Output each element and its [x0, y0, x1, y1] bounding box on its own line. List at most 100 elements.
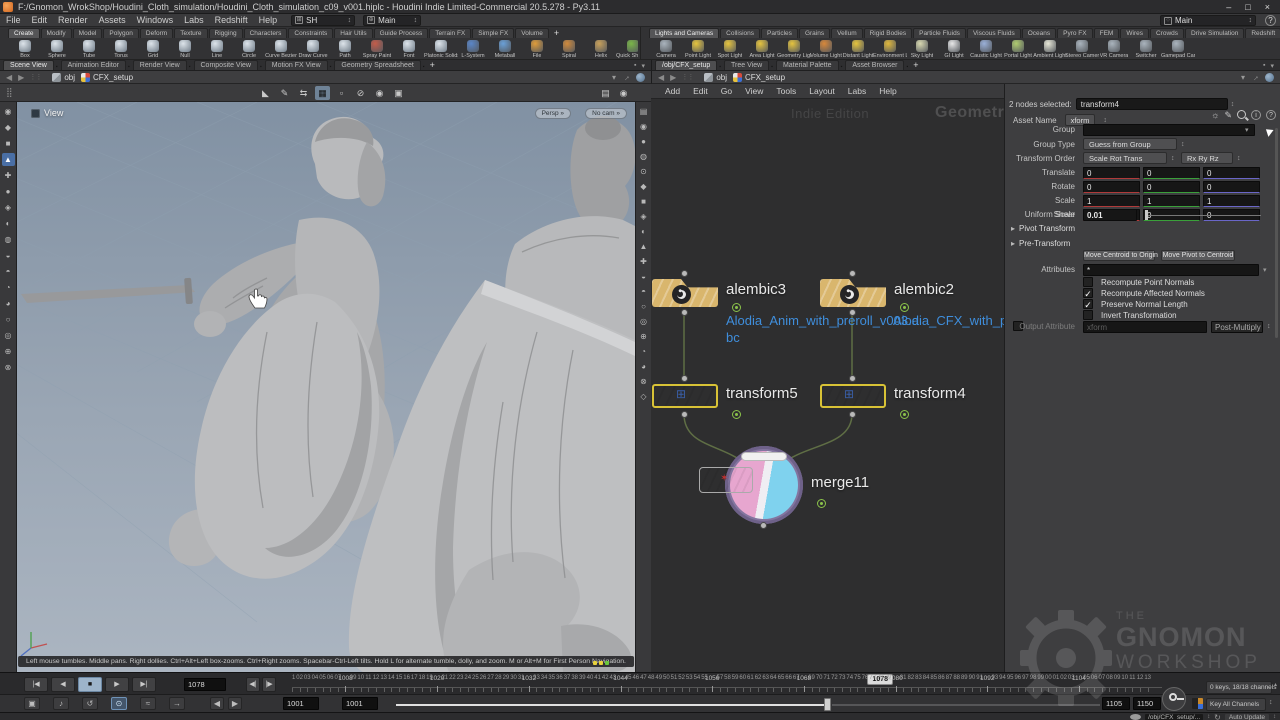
shelf-tool-volume-light[interactable]: Volume Light [811, 40, 841, 59]
shelf-tool-gi-light[interactable]: GI Light [939, 40, 969, 59]
node-output-dot[interactable] [681, 309, 688, 316]
shelf-tab-fem[interactable]: FEM [1094, 28, 1120, 38]
shelf-tab-particles[interactable]: Particles [761, 28, 798, 38]
scale-y-field[interactable]: 1 [1143, 195, 1200, 207]
shelf-tool-stereo-camera[interactable]: Stereo Camera [1067, 40, 1097, 59]
shelf-tab-vellum[interactable]: Vellum [831, 28, 863, 38]
timeline-ruler[interactable]: 1078 01020304050607100809101112131415161… [292, 673, 1162, 695]
range-slider-track[interactable] [832, 704, 1100, 706]
shelf-tab-create[interactable]: Create [8, 28, 40, 38]
shelf-tab-simple-fx[interactable]: Simple FX [472, 28, 514, 38]
shelf-tool-null[interactable]: Null [170, 40, 200, 59]
shelf-tool-curve-bezier[interactable]: Curve Bezier [266, 40, 296, 59]
shelf-tab-drive-simulation[interactable]: Drive Simulation [1185, 28, 1244, 38]
chevron-down-icon[interactable]: ▾ [1245, 126, 1249, 134]
shelf-tool-spray-paint[interactable]: Spray Paint [362, 40, 392, 59]
shelf-tab-guide-process[interactable]: Guide Process [374, 28, 429, 38]
updown-icon[interactable]: ↕ [1269, 699, 1273, 706]
rotate-z-field[interactable]: 0 [1203, 181, 1260, 193]
shelf-tool-font[interactable]: Font [394, 40, 424, 59]
node-display-flag[interactable] [900, 410, 909, 419]
node-input-dot[interactable] [681, 375, 688, 382]
node-name[interactable]: transform4 [894, 385, 966, 402]
rotate-order-select[interactable]: Rx Ry Rz [1181, 152, 1233, 164]
translate-y-field[interactable]: 0 [1143, 167, 1200, 179]
menu-item-file[interactable]: File [6, 15, 21, 25]
range-slider-handle[interactable] [824, 698, 831, 711]
shelf-tool-circle[interactable]: Circle [234, 40, 264, 59]
shelf-tool-box[interactable]: Box [10, 40, 40, 59]
viewport-tool-icon[interactable]: ◉ [2, 105, 15, 118]
brush-icon[interactable]: ✎ [1224, 110, 1232, 121]
menu-item-edit[interactable]: Edit [32, 15, 48, 25]
display-option-icon[interactable]: ▲ [637, 240, 650, 253]
shelf-tab-constraints[interactable]: Constraints [288, 28, 333, 38]
chevron-down-icon[interactable]: ▾ [1270, 62, 1274, 70]
shelf-tab-lights-and-cameras[interactable]: Lights and Cameras [649, 28, 719, 38]
node-input-dot[interactable] [849, 270, 856, 277]
shelf-tool-l-system[interactable]: L-System [458, 40, 488, 59]
viewport-tool-icon[interactable]: ○ [2, 313, 15, 326]
forward-icon[interactable]: ▶ [18, 73, 24, 82]
chevron-up-icon[interactable]: ▴ [1274, 681, 1277, 688]
shelf-tab-particle-fluids[interactable]: Particle Fluids [913, 28, 966, 38]
pin-icon[interactable]: → [620, 71, 632, 83]
checkbox-invert-transformation[interactable] [1083, 310, 1093, 320]
info-icon[interactable]: ◉ [616, 86, 631, 100]
refresh-icon[interactable]: ↻ [1214, 713, 1221, 720]
shelf-tool-path[interactable]: Path [330, 40, 360, 59]
exclude-icon[interactable]: ⊘ [353, 86, 368, 100]
key-all-channels-button[interactable]: Key All Channels [1206, 698, 1266, 711]
path-node[interactable]: CFX_setup [93, 73, 133, 82]
display-option-icon[interactable]: ○ [637, 300, 650, 313]
updown-icon[interactable]: ↕ [1103, 117, 1107, 124]
pane-tab-motion-fx-view[interactable]: Motion FX View [265, 60, 328, 70]
shelf-tool-geometry-light[interactable]: Geometry Light [779, 40, 809, 59]
select-icon[interactable]: ◣ [258, 86, 273, 100]
shelf-tool-metaball[interactable]: Metaball [490, 40, 520, 59]
next-key-button[interactable]: ▶ [228, 697, 242, 710]
back-icon[interactable]: ◀ [658, 73, 664, 82]
menu-item-redshift[interactable]: Redshift [215, 15, 248, 25]
close-button[interactable]: × [1265, 2, 1270, 12]
shelf-tab-modify[interactable]: Modify [41, 28, 72, 38]
shelf-tab-model[interactable]: Model [73, 28, 103, 38]
snap-icon[interactable]: ◉ [372, 86, 387, 100]
render-region-icon[interactable]: ▣ [391, 86, 406, 100]
pivot-transform-section[interactable]: ▸Pivot Transform [1011, 224, 1075, 233]
current-frame-field[interactable]: 1078 [184, 678, 226, 691]
perspective-selector[interactable]: Persp » [535, 108, 571, 119]
display-option-icon[interactable]: ◔ [637, 345, 650, 358]
display-option-icon[interactable]: ✚ [637, 255, 650, 268]
pane-tab-render-view[interactable]: Render View [133, 60, 187, 70]
node-display-flag[interactable] [732, 303, 741, 312]
node-input-dot[interactable] [681, 270, 688, 277]
shelf-tool-tube[interactable]: Tube [74, 40, 104, 59]
help-icon[interactable]: ? [1266, 110, 1276, 120]
camera-selector[interactable]: No cam » [585, 108, 627, 119]
translate-x-field[interactable]: 0 [1083, 167, 1140, 179]
display-option-icon[interactable]: ◈ [637, 210, 650, 223]
shelf-tab-viscous-fluids[interactable]: Viscous Fluids [967, 28, 1021, 38]
shelf-tab-oceans[interactable]: Oceans [1022, 28, 1056, 38]
checkbox-recompute-affected-normals[interactable]: ✓ [1083, 288, 1093, 298]
node-name[interactable]: alembic2 [894, 281, 954, 298]
uniform-scale-field[interactable]: 0.01 [1083, 209, 1137, 221]
move-centroid-origin-button[interactable]: Move Centroid to Origin [1083, 250, 1155, 261]
group-type-select[interactable]: Guess from Group [1083, 138, 1177, 150]
viewport-3d-scene[interactable] [17, 102, 635, 672]
shelf-tab-deform[interactable]: Deform [140, 28, 173, 38]
checkbox-recompute-point-normals[interactable] [1083, 277, 1093, 287]
node-alembic2[interactable]: alembic2 [820, 279, 886, 307]
viewport-tool-icon[interactable]: ● [2, 185, 15, 198]
prev-frame-button[interactable]: ◀| [246, 677, 260, 692]
menu-item-assets[interactable]: Assets [99, 15, 126, 25]
shelf-tool-helix[interactable]: Helix [586, 40, 616, 59]
range-slider-active[interactable] [396, 704, 827, 706]
shelf-tab-wires[interactable]: Wires [1120, 28, 1149, 38]
output-attribute-mode-select[interactable]: Post-Multiply [1211, 321, 1263, 333]
alembic-node-body[interactable] [820, 279, 886, 307]
shelf-tab-volume[interactable]: Volume [515, 28, 549, 38]
display-option-icon[interactable]: ◎ [637, 315, 650, 328]
shelf-tool-spiral[interactable]: Spiral [554, 40, 584, 59]
